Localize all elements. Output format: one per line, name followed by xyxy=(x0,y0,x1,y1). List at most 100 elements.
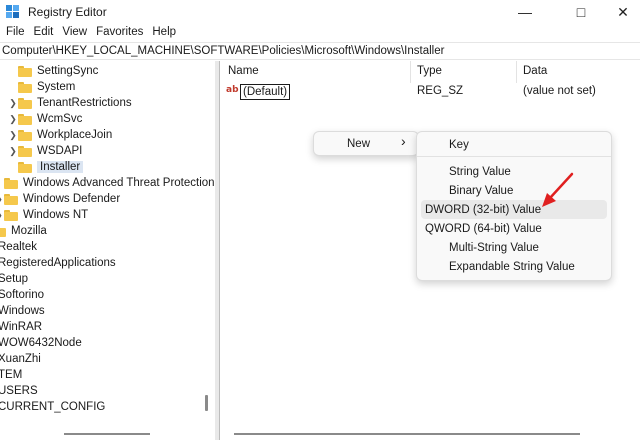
submenu-item-label: QWORD (64-bit) Value xyxy=(425,222,542,235)
menu-favorites[interactable]: Favorites xyxy=(92,24,148,42)
title-bar: Registry Editor — □ ✕ xyxy=(0,0,640,24)
address-bar[interactable]: Computer\HKEY_LOCAL_MACHINE\SOFTWARE\Pol… xyxy=(0,42,640,60)
tree-item-label: RegisteredApplications xyxy=(0,257,116,269)
tree-item[interactable]: ❯Windows NT xyxy=(0,207,88,223)
menu-file[interactable]: File xyxy=(2,24,30,42)
column-header-type[interactable]: Type xyxy=(417,65,442,77)
list-horizontal-scrollbar[interactable] xyxy=(234,433,580,435)
chevron-right-icon[interactable]: ❯ xyxy=(8,146,18,157)
value-data: (value not set) xyxy=(523,85,596,97)
value-row-default[interactable]: ab (Default) REG_SZ (value not set) xyxy=(220,83,640,101)
submenu-item-label: String Value xyxy=(449,165,511,178)
value-type: REG_SZ xyxy=(417,85,464,97)
submenu-item-key[interactable]: Key xyxy=(421,135,607,154)
tree-item-label: TEM xyxy=(0,369,23,381)
menu-edit[interactable]: Edit xyxy=(30,24,59,42)
submenu-item-qword-value[interactable]: QWORD (64-bit) Value xyxy=(421,219,607,238)
column-divider[interactable] xyxy=(516,61,517,83)
folder-icon xyxy=(4,177,18,189)
tree-item[interactable]: USERS xyxy=(0,383,38,399)
tree-item[interactable]: ❯ WcmSvc xyxy=(8,111,82,127)
maximize-icon: □ xyxy=(576,4,586,20)
column-divider[interactable] xyxy=(410,61,411,83)
tree-item[interactable]: CURRENT_CONFIG xyxy=(0,399,105,415)
submenu-item-binary-value[interactable]: Binary Value xyxy=(421,181,607,200)
string-value-icon: ab xyxy=(226,85,239,95)
tree-item[interactable]: Mozilla xyxy=(0,223,47,239)
tree-item-label: USERS xyxy=(0,385,38,397)
tree-item[interactable]: Windows xyxy=(0,303,45,319)
registry-editor-icon xyxy=(6,5,19,18)
tree-item[interactable]: ❯ TenantRestrictions xyxy=(8,95,132,111)
column-header-name[interactable]: Name xyxy=(228,65,259,77)
tree-item[interactable]: SettingSync xyxy=(8,63,98,79)
menu-help[interactable]: Help xyxy=(148,24,181,42)
folder-icon xyxy=(18,81,32,93)
folder-icon xyxy=(18,161,32,173)
folder-icon xyxy=(4,209,18,221)
tree-item[interactable]: WOW6432Node xyxy=(0,335,82,351)
chevron-right-icon[interactable]: ❯ xyxy=(8,98,18,109)
submenu-item-label: Key xyxy=(449,138,469,151)
folder-icon xyxy=(18,65,32,77)
column-header-data[interactable]: Data xyxy=(523,65,547,77)
chevron-right-icon: › xyxy=(401,133,406,149)
tree-item-label: WorkplaceJoin xyxy=(37,129,113,141)
folder-icon xyxy=(18,97,32,109)
tree-item-label: Windows Defender xyxy=(23,193,121,205)
tree-item-label: Mozilla xyxy=(11,225,47,237)
folder-icon xyxy=(18,145,32,157)
tree-item[interactable]: Setup xyxy=(0,271,28,287)
tree-item[interactable]: Softorino xyxy=(0,287,44,303)
submenu-item-multi-string-value[interactable]: Multi-String Value xyxy=(421,238,607,257)
tree-item[interactable]: RegisteredApplications xyxy=(0,255,116,271)
minimize-button[interactable]: — xyxy=(502,0,548,24)
submenu-item-label: Expandable String Value xyxy=(449,260,575,273)
submenu-item-string-value[interactable]: String Value xyxy=(421,162,607,181)
menu-item-new-label: New xyxy=(347,137,371,150)
maximize-button[interactable]: □ xyxy=(558,0,604,24)
tree-item-label: WcmSvc xyxy=(37,113,83,125)
tree-item[interactable]: ❯ WorkplaceJoin xyxy=(8,127,112,143)
tree-item-label: Windows NT xyxy=(23,209,89,221)
close-button[interactable]: ✕ xyxy=(600,0,640,24)
context-menu: New › xyxy=(313,131,419,156)
menu-bar: File Edit View Favorites Help xyxy=(0,24,640,42)
tree-item-installer[interactable]: Installer xyxy=(8,159,84,175)
submenu-item-expandable-string-value[interactable]: Expandable String Value xyxy=(421,257,607,276)
tree-item-label: WOW6432Node xyxy=(0,337,82,349)
tree-item[interactable]: TEM xyxy=(0,367,22,383)
menu-item-new[interactable]: New › xyxy=(317,133,415,153)
chevron-right-icon[interactable]: ❯ xyxy=(8,130,18,141)
chevron-right-icon[interactable]: ❯ xyxy=(8,114,18,125)
value-name: (Default) xyxy=(240,84,291,100)
tree-item-label: SettingSync xyxy=(37,65,99,77)
menu-view[interactable]: View xyxy=(58,24,92,42)
tree-item-label: System xyxy=(37,81,76,93)
tree-item-label: Realtek xyxy=(0,241,37,253)
tree-item[interactable]: System xyxy=(8,79,75,95)
tree-item[interactable]: WinRAR xyxy=(0,319,42,335)
tree-item[interactable]: Realtek xyxy=(0,239,37,255)
tree-item[interactable]: ❯ WSDAPI xyxy=(8,143,82,159)
tree-item-label: Softorino xyxy=(0,289,45,301)
tree-item-label: Windows xyxy=(0,305,45,317)
tree-item-label: WSDAPI xyxy=(37,145,83,157)
folder-icon xyxy=(4,193,18,205)
tree-horizontal-scrollbar[interactable] xyxy=(64,433,150,435)
tree-vertical-scrollbar[interactable] xyxy=(205,395,208,411)
folder-icon xyxy=(18,113,32,125)
minimize-icon: — xyxy=(518,4,532,20)
tree-item-label: Windows Advanced Threat Protection xyxy=(23,177,215,189)
tree-item-label: Setup xyxy=(0,273,29,285)
key-tree: SettingSync System ❯ TenantRestrictions ❯… xyxy=(0,61,215,440)
submenu-item-dword-value[interactable]: DWORD (32-bit) Value xyxy=(421,200,607,219)
close-icon: ✕ xyxy=(617,3,629,20)
new-submenu: Key String Value Binary Value DWORD (32-… xyxy=(416,131,612,281)
tree-item[interactable]: Windows Advanced Threat Protection xyxy=(0,175,215,191)
tree-item-label: TenantRestrictions xyxy=(37,97,132,109)
annotation-arrow-icon xyxy=(542,172,574,207)
tree-item[interactable]: XuanZhi xyxy=(0,351,41,367)
folder-icon xyxy=(18,129,32,141)
tree-item[interactable]: ❯Windows Defender xyxy=(0,191,120,207)
